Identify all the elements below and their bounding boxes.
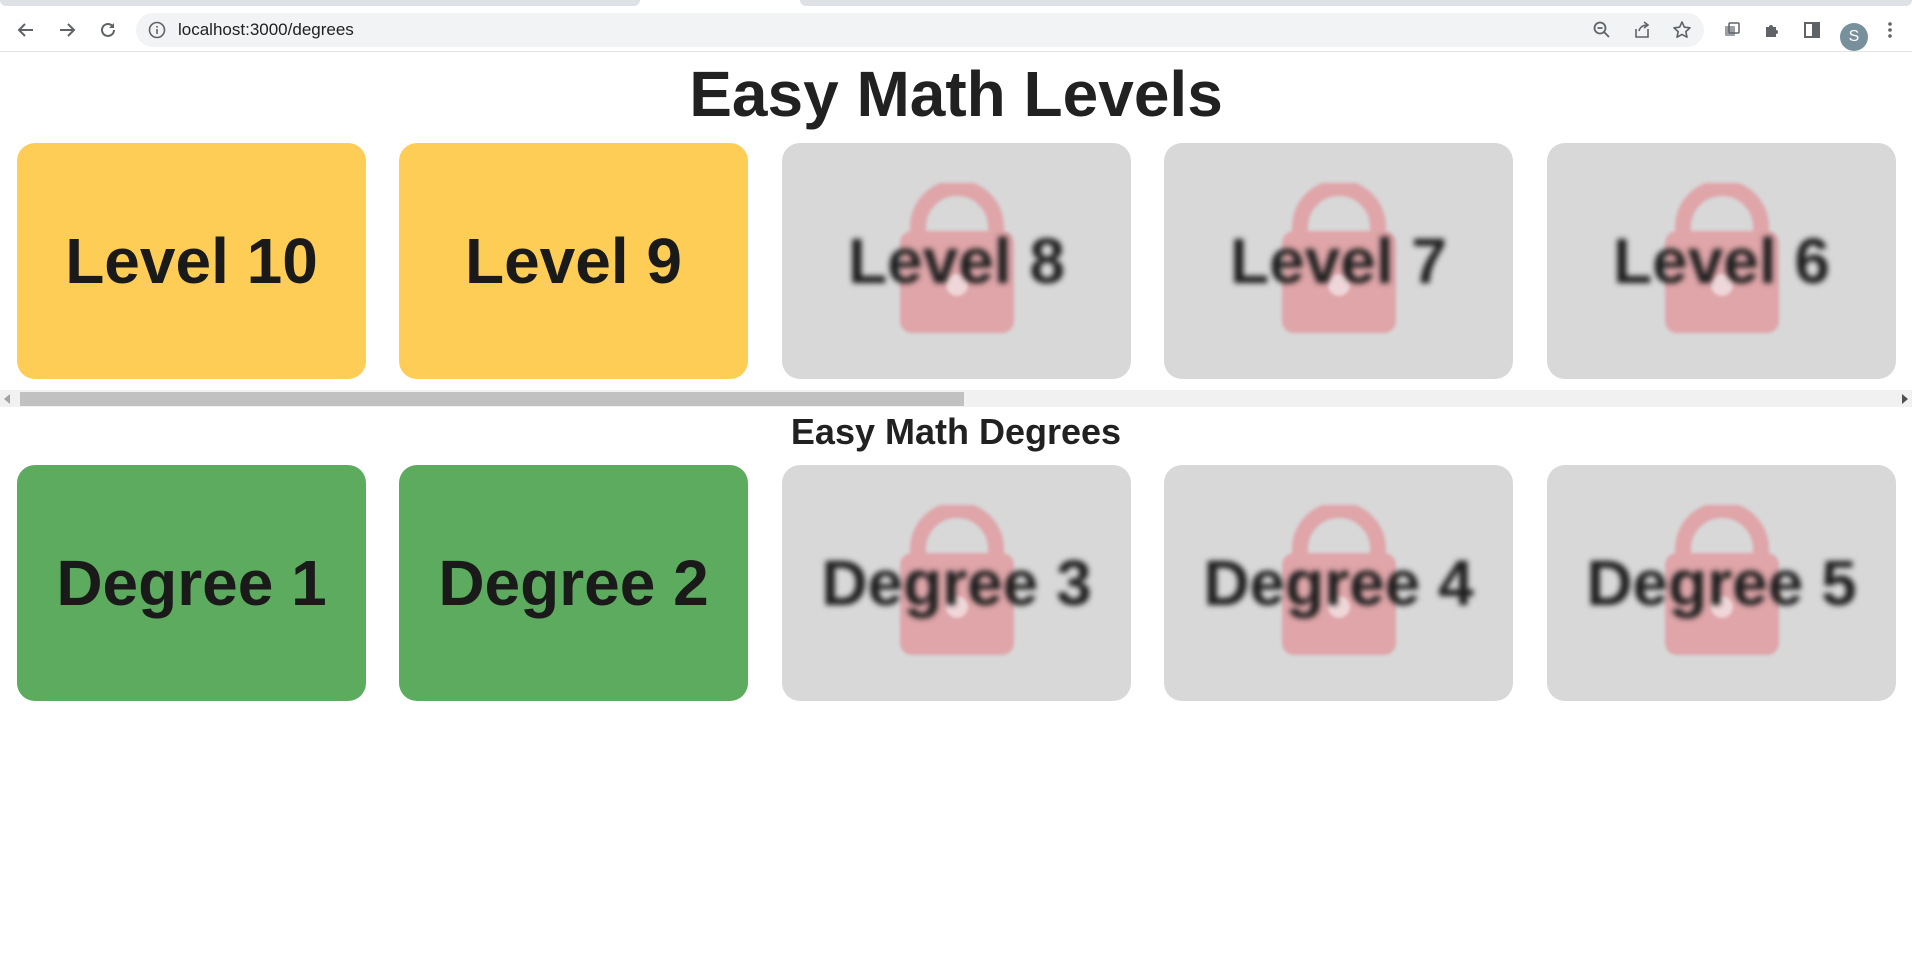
level-label: Level 6 — [1612, 225, 1831, 297]
section-title: Easy Math Degrees — [790, 411, 1122, 452]
address-url[interactable]: localhost:3000/degrees — [178, 13, 354, 47]
address-bar[interactable]: localhost:3000/degrees — [136, 13, 1704, 47]
degrees-row: Degree 1 Degree 2 Degree 3 Degree 4 Degr… — [0, 465, 1912, 701]
back-arrow-icon — [17, 23, 33, 37]
level-card[interactable]: Level 9 — [399, 143, 748, 379]
level-card-locked[interactable]: Level 7 — [1164, 143, 1513, 379]
site-info-icon[interactable] — [148, 21, 166, 39]
degree-label: Degree 3 — [821, 547, 1092, 619]
browser-tab[interactable] — [0, 0, 640, 6]
reload-button[interactable] — [94, 16, 122, 44]
degree-card[interactable]: Degree 2 — [399, 465, 748, 701]
level-label: Level 7 — [1229, 225, 1448, 297]
extensions-icon[interactable] — [1758, 16, 1786, 44]
back-button[interactable] — [12, 16, 40, 44]
degree-card-locked[interactable]: Degree 5 — [1547, 465, 1896, 701]
scrollbar-thumb[interactable] — [20, 392, 964, 406]
avatar[interactable]: S — [1840, 23, 1868, 51]
level-label: Level 8 — [847, 225, 1066, 297]
menu-kebab-icon[interactable] — [1876, 16, 1904, 44]
page-title: Easy Math Levels — [689, 58, 1223, 130]
degree-card-locked[interactable]: Degree 4 — [1164, 465, 1513, 701]
level-card-locked[interactable]: Level 8 — [782, 143, 1131, 379]
tab-strip — [0, 0, 1912, 8]
reload-icon — [101, 22, 115, 37]
browser-tab[interactable] — [800, 0, 1912, 6]
degree-label: Degree 4 — [1203, 547, 1474, 619]
degree-card[interactable]: Degree 1 — [17, 465, 366, 701]
level-card[interactable]: Level 10 — [17, 143, 366, 379]
scroll-left-arrow-icon[interactable] — [4, 394, 10, 404]
degree-card-locked[interactable]: Degree 3 — [782, 465, 1131, 701]
horizontal-scrollbar[interactable] — [0, 390, 1912, 407]
levels-row: Level 10 Level 9 Level 8 Level 7 Level 6 — [0, 143, 1912, 379]
tab-search-icon[interactable] — [1718, 16, 1746, 44]
level-label: Level 10 — [65, 225, 318, 297]
level-label: Level 9 — [464, 225, 683, 297]
forward-button[interactable] — [53, 16, 81, 44]
scroll-right-arrow-icon[interactable] — [1902, 394, 1908, 404]
browser-toolbar: localhost:3000/degrees S — [0, 8, 1912, 52]
share-icon[interactable] — [1630, 18, 1654, 42]
bookmark-star-icon[interactable] — [1670, 18, 1694, 42]
degree-label: Degree 1 — [56, 547, 327, 619]
forward-arrow-icon — [60, 23, 76, 37]
side-panel-icon[interactable] — [1798, 16, 1826, 44]
degree-label: Degree 2 — [438, 547, 709, 619]
degree-label: Degree 5 — [1586, 547, 1857, 619]
level-card-locked[interactable]: Level 6 — [1547, 143, 1896, 379]
zoom-icon[interactable] — [1590, 18, 1614, 42]
